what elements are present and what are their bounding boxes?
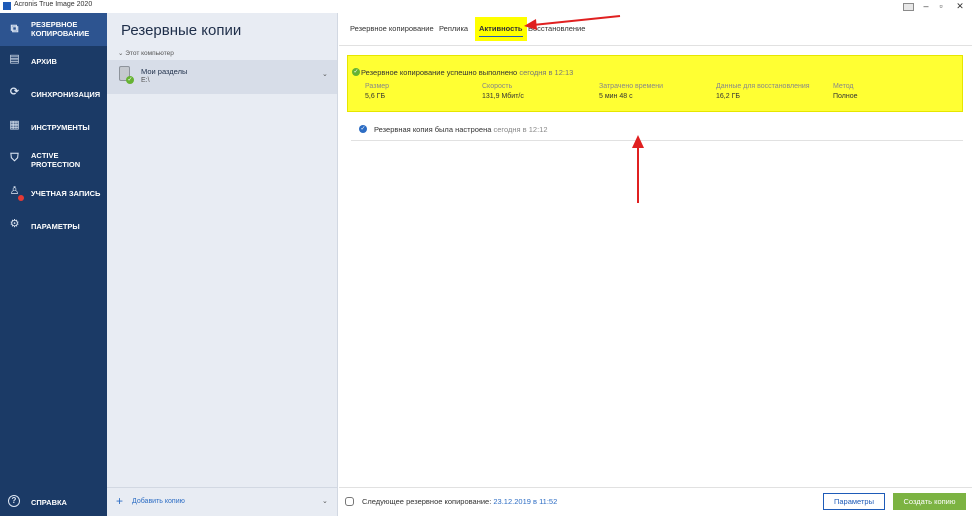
activity-entry-backup-configured: ✓ Резервная копия была настроена сегодня…	[351, 120, 963, 141]
sidebar-item-help[interactable]: ? СПРАВКА	[0, 492, 107, 514]
activity-text: Резервное копирование успешно выполнено	[361, 68, 518, 77]
next-backup-label: Следующее резервное копирование:	[362, 497, 492, 506]
sidebar-item-backup[interactable]: ⧉ РЕЗЕРВНОЕ КОПИРОВАНИЕ	[0, 13, 107, 46]
next-backup-date[interactable]: 23.12.2019 в 11:52	[493, 497, 557, 506]
sidebar-item-settings[interactable]: ⚙ ПАРАМЕТРЫ	[0, 214, 107, 236]
sidebar-item-label: РЕЗЕРВНОЕ КОПИРОВАНИЕ	[31, 20, 90, 38]
stat-size: Размер 5,6 ГБ	[365, 82, 389, 102]
main-content: Резервное копирование Реплика Активность…	[339, 13, 972, 516]
activity-header: Резервная копия была настроена сегодня в…	[374, 125, 548, 134]
stat-label: Метод	[833, 83, 854, 90]
info-check-icon: ✓	[359, 125, 367, 133]
stat-label: Данные для восстановления	[716, 83, 810, 90]
help-icon: ?	[8, 495, 20, 507]
add-backup-link[interactable]: Добавить копию	[132, 498, 185, 505]
window-title: Acronis True Image 2020	[14, 1, 93, 8]
activity-entry-backup-complete: ✓ Резервное копирование успешно выполнен…	[347, 55, 963, 112]
sidebar-item-label: СПРАВКА	[31, 498, 67, 507]
sidebar-item-sync[interactable]: ⟳ СИНХРОНИЗАЦИЯ	[0, 82, 107, 104]
plus-icon[interactable]: +	[116, 494, 123, 508]
stat-method: Метод Полное	[833, 82, 858, 102]
annotation-arrow-entry	[632, 135, 644, 203]
success-check-icon: ✓	[126, 76, 134, 84]
stat-value: 131,9 Мбит/с	[482, 93, 524, 100]
stat-recovery-data: Данные для восстановления 16,2 ГБ	[716, 82, 810, 102]
sidebar-item-label: ПАРАМЕТРЫ	[31, 222, 80, 231]
stat-time-spent: Затрачено времени 5 мин 48 с	[599, 82, 663, 102]
sidebar-item-label: ACTIVE PROTECTION	[31, 151, 81, 169]
backup-item-my-partitions[interactable]: ✓ Мои разделы E:\ ⌄	[107, 60, 337, 94]
sidebar-item-label: СИНХРОНИЗАЦИЯ	[31, 90, 101, 99]
tools-grid-icon: ▦	[9, 119, 20, 131]
success-check-icon: ✓	[352, 68, 360, 76]
tab-backup[interactable]: Резервное копирование	[350, 24, 434, 33]
window-titlebar: Acronis True Image 2020 – ▫ ✕	[0, 0, 972, 13]
archive-icon: ▤	[9, 53, 20, 65]
stat-label: Размер	[365, 83, 390, 90]
stat-speed: Скорость 131,9 Мбит/с	[482, 82, 524, 102]
params-button[interactable]: Параметры	[823, 493, 885, 510]
sidebar-item-account[interactable]: ♙ УЧЕТНАЯ ЗАПИСЬ	[0, 181, 107, 203]
backup-item-name: Мои разделы	[141, 67, 188, 76]
sidebar-item-archive[interactable]: ▤ АРХИВ	[0, 50, 107, 72]
footer-bar: Следующее резервное копирование: 23.12.2…	[339, 487, 972, 516]
tab-replica[interactable]: Реплика	[439, 24, 468, 33]
backup-item-drive: E:\	[141, 77, 150, 84]
schedule-checkbox[interactable]	[345, 497, 354, 506]
next-backup-info: Следующее резервное копирование: 23.12.2…	[362, 497, 557, 506]
stat-label: Скорость	[482, 83, 513, 90]
gear-icon: ⚙	[9, 218, 20, 230]
create-backup-button[interactable]: Создать копию	[893, 493, 966, 510]
activity-text: Резервная копия была настроена	[374, 125, 492, 134]
sidebar: ⧉ РЕЗЕРВНОЕ КОПИРОВАНИЕ ▤ АРХИВ ⟳ СИНХРО…	[0, 13, 107, 516]
page-title: Резервные копии	[121, 22, 242, 39]
app-logo-icon	[3, 2, 11, 10]
close-button[interactable]: ✕	[953, 0, 967, 13]
sync-icon: ⟳	[9, 86, 20, 98]
account-alert-badge	[18, 195, 24, 201]
notifications-icon[interactable]	[903, 3, 914, 11]
minimize-button[interactable]: –	[919, 0, 933, 13]
tab-bar: Резервное копирование Реплика Активность…	[339, 13, 972, 46]
activity-header: Резервное копирование успешно выполнено …	[361, 68, 573, 77]
section-label: Этот компьютер	[125, 50, 174, 57]
shield-icon: ⛉	[10, 152, 19, 164]
stat-value: 5 мин 48 с	[599, 93, 633, 100]
activity-time: сегодня в 12:13	[519, 68, 574, 77]
stat-label: Затрачено времени	[599, 83, 664, 90]
sidebar-item-label: ИНСТРУМЕНТЫ	[31, 123, 90, 132]
restore-button[interactable]: ▫	[934, 0, 948, 13]
sidebar-item-active-protection[interactable]: ⛉ ACTIVE PROTECTION	[0, 146, 107, 172]
panel-footer: + Добавить копию ⌄	[107, 487, 337, 516]
stat-value: 5,6 ГБ	[365, 93, 386, 100]
sidebar-item-label: УЧЕТНАЯ ЗАПИСЬ	[31, 189, 101, 198]
chevron-down-icon[interactable]: ⌄	[322, 497, 328, 505]
sidebar-item-tools[interactable]: ▦ ИНСТРУМЕНТЫ	[0, 116, 107, 138]
annotation-arrow-tab	[524, 15, 621, 30]
chevron-down-icon[interactable]: ⌄	[322, 70, 328, 78]
copy-icon: ⧉	[10, 23, 19, 35]
stat-value: 16,2 ГБ	[716, 93, 740, 100]
stat-value: Полное	[833, 93, 858, 100]
section-this-computer[interactable]: ⌄ Этот компьютер	[118, 49, 174, 57]
backup-list-panel: Резервные копии ⌄ Этот компьютер ✓ Мои р…	[107, 13, 338, 516]
sidebar-item-label: АРХИВ	[31, 57, 57, 66]
activity-time: сегодня в 12:12	[493, 125, 548, 134]
